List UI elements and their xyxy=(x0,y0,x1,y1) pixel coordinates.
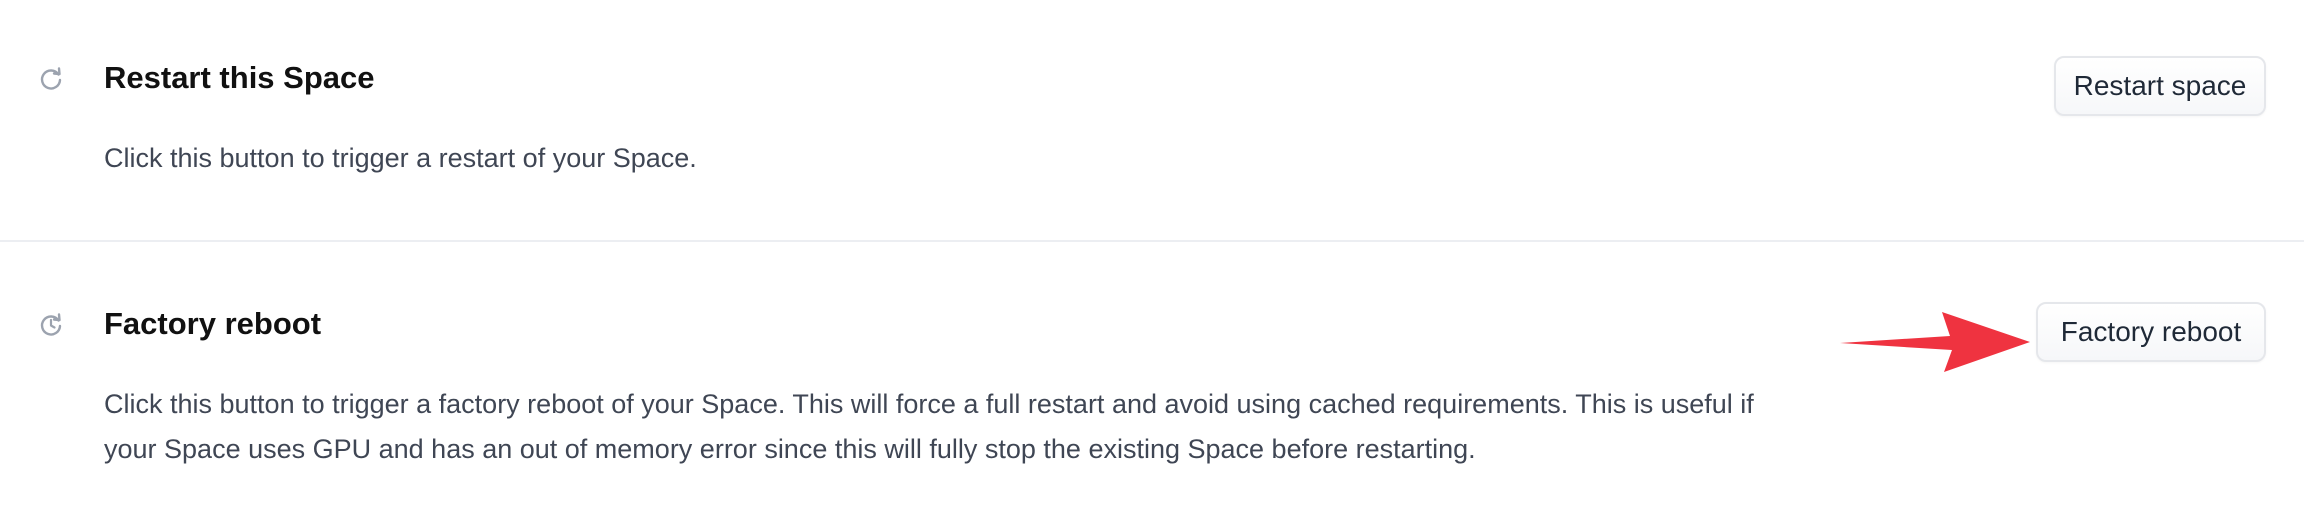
factory-reboot-description: Click this button to trigger a factory r… xyxy=(104,389,1754,464)
space-settings-panel: Restart this Space Click this button to … xyxy=(0,0,2304,526)
factory-reboot-icon xyxy=(36,310,66,340)
factory-reboot-button[interactable]: Factory reboot xyxy=(2036,302,2266,362)
restart-section: Restart this Space Click this button to … xyxy=(0,0,2304,240)
factory-reboot-title: Factory reboot xyxy=(104,306,322,341)
restart-space-button[interactable]: Restart space xyxy=(2054,56,2266,116)
restart-icon xyxy=(36,64,66,94)
factory-reboot-section: Factory reboot Click this button to trig… xyxy=(0,242,2304,526)
restart-title: Restart this Space xyxy=(104,60,375,95)
restart-description: Click this button to trigger a restart o… xyxy=(104,143,697,173)
red-arrow-icon xyxy=(1840,308,2036,376)
